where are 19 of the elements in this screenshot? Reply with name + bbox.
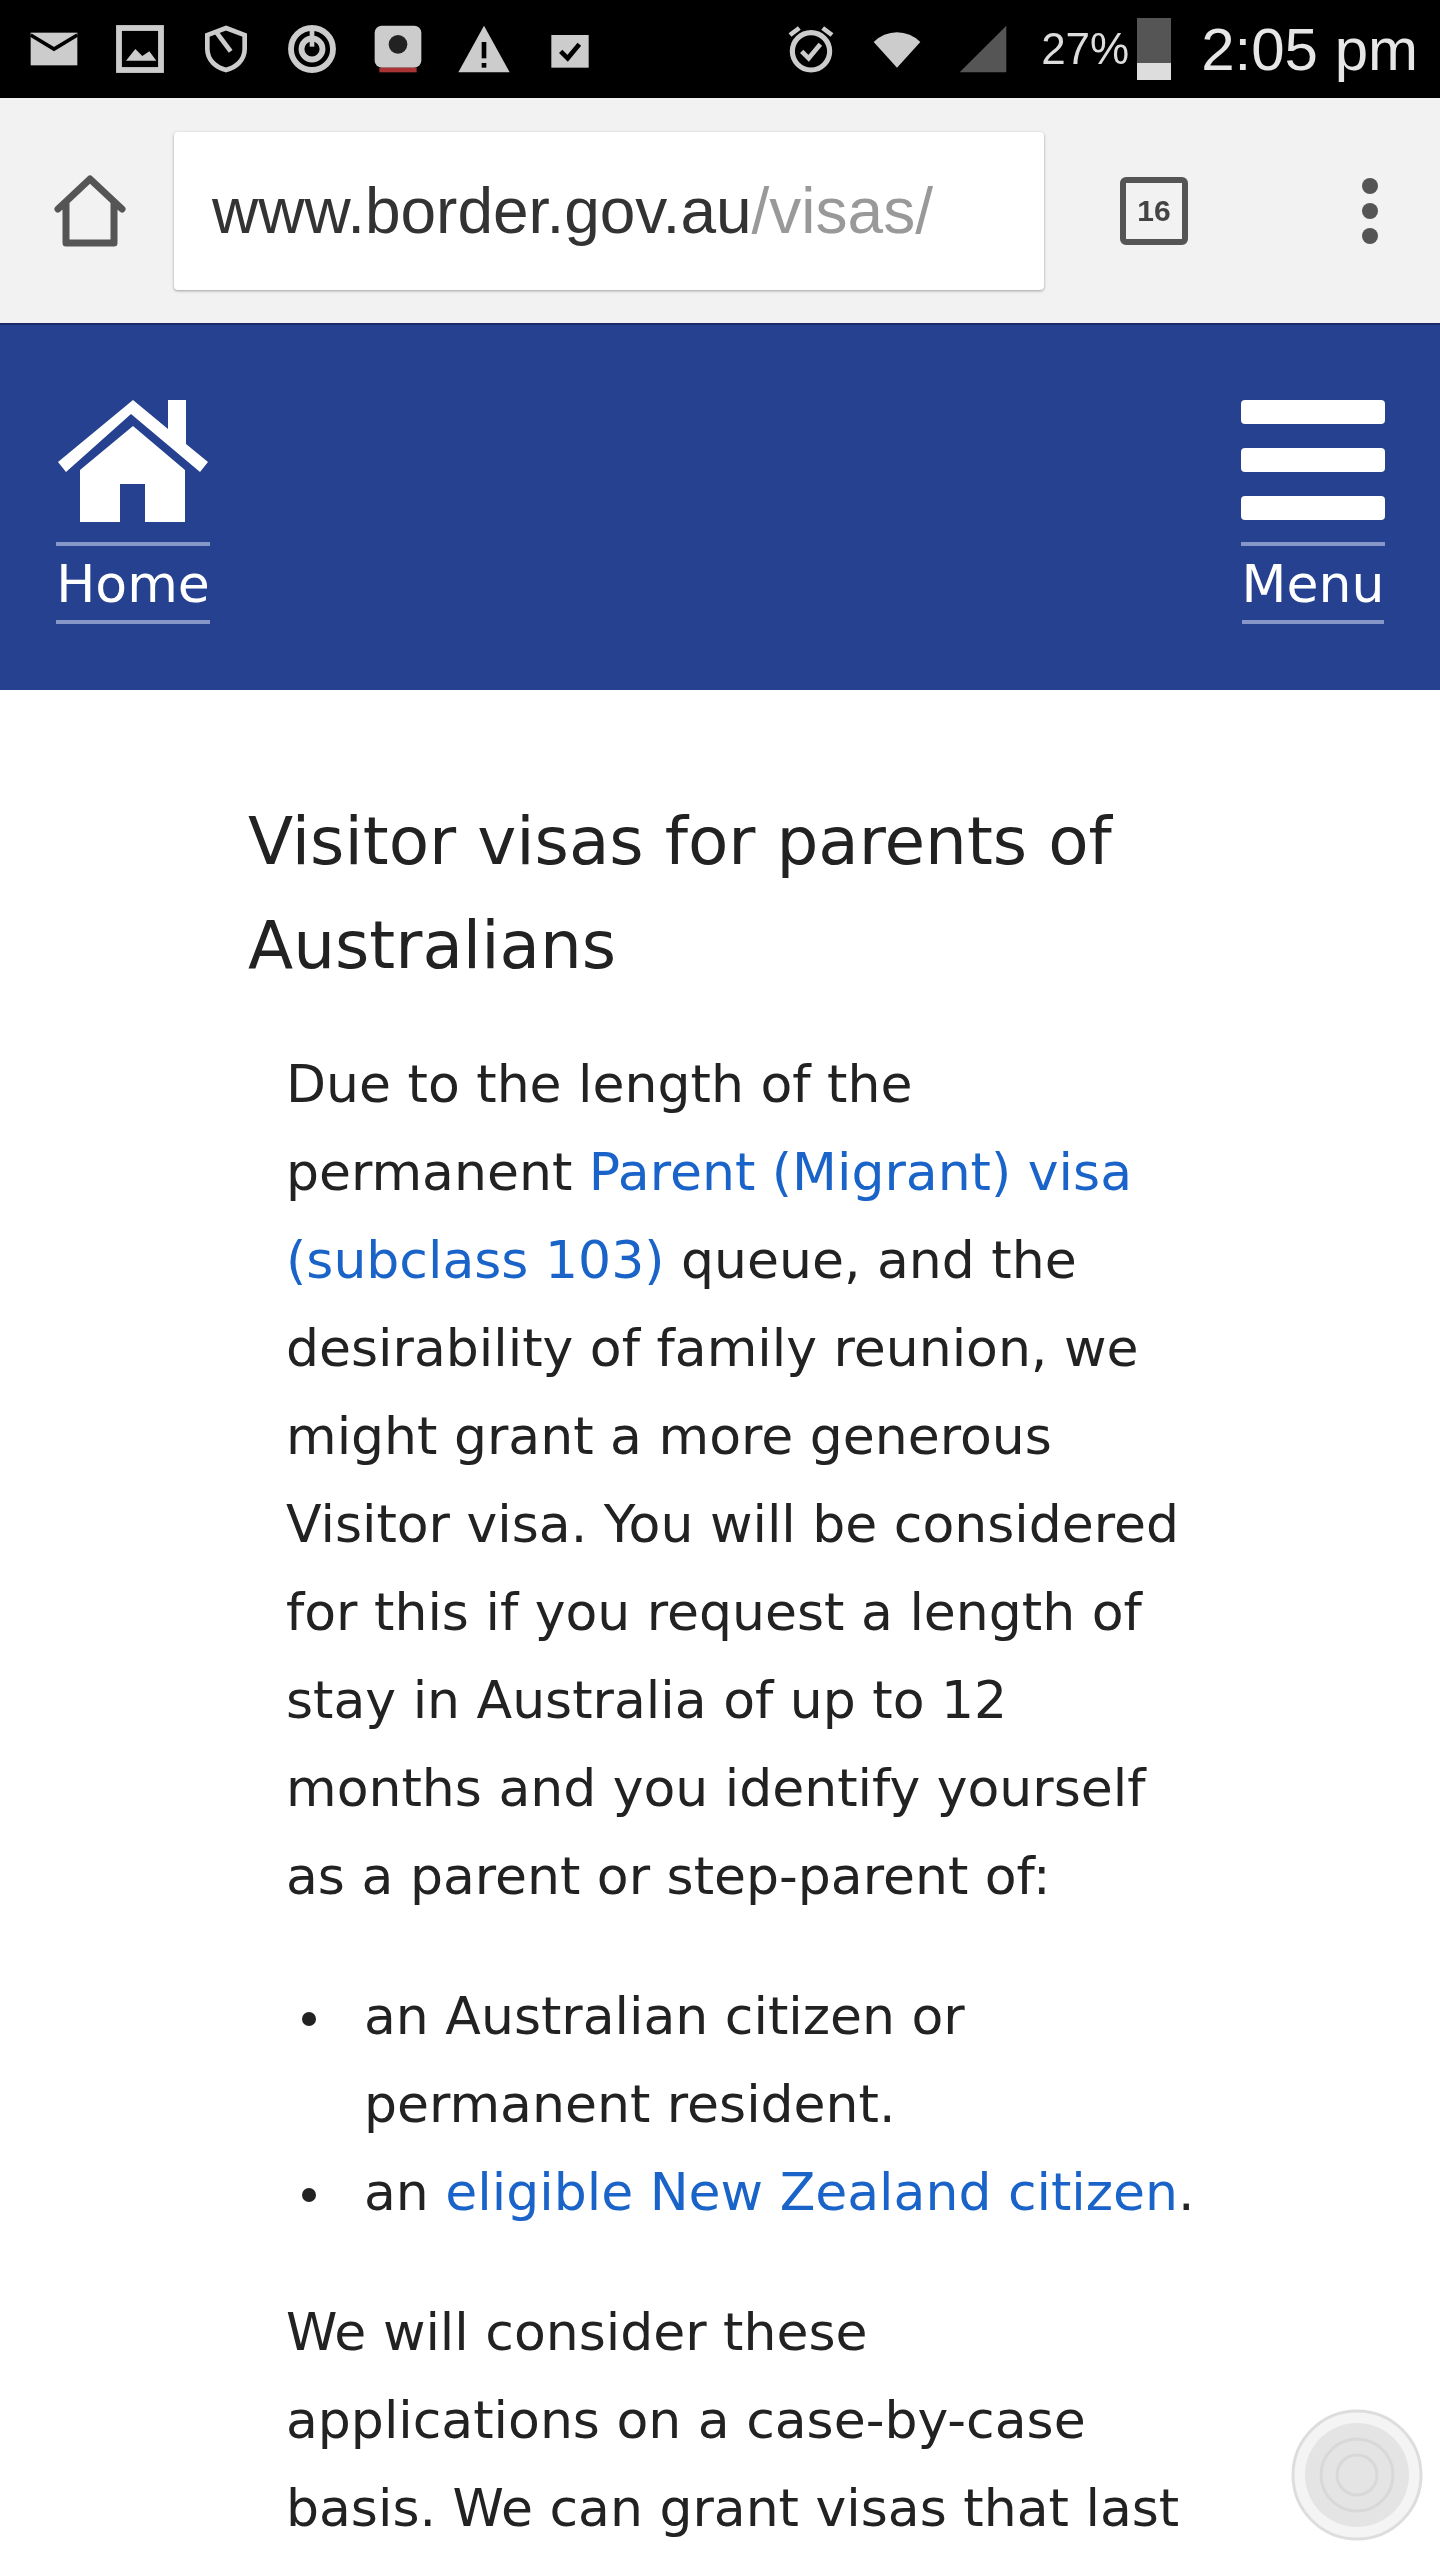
list-item: an Australian citizen or permanent resident. (364, 1985, 966, 2136)
page-heading: Visitor visas for parents of Australians (248, 802, 1114, 986)
menu-link[interactable]: Menu (1241, 400, 1385, 624)
battery-icon (1137, 18, 1172, 80)
tab-count-button[interactable]: 16 (1120, 176, 1188, 245)
closing-paragraph: We will consider these applications on a case-by-case basis. We can grant visas that last (286, 2301, 1181, 2540)
home-icon (56, 400, 210, 522)
clock-time: 2:05 pm (1201, 14, 1418, 84)
home-link[interactable]: Home (56, 400, 210, 624)
link[interactable]: Parent (Migrant) visa (588, 1142, 1132, 1202)
list-item: an eligible New Zealand citizen. (364, 2161, 1195, 2224)
menu-icon[interactable] (1360, 175, 1380, 246)
link[interactable]: (subclass 103) (286, 1230, 665, 1290)
battery-percent: 27% (1041, 24, 1130, 74)
intro-paragraph: Due to the length of the permanent Parent (Migrant) visa (subclass 103) queue, and the desirability of family reunion, we might grant a more generous Visitor visa. You will be considered for this if you request a length of stay in Australia of up to 12 months and you identify yourself as a parent or step-parent of: (286, 1053, 1180, 1908)
menu-icon (1241, 400, 1385, 520)
link[interactable]: eligible New Zealand citizen (445, 2162, 1179, 2222)
home-icon[interactable] (52, 174, 128, 247)
url-field[interactable]: www.border.gov.au/visas/ (174, 131, 1044, 290)
